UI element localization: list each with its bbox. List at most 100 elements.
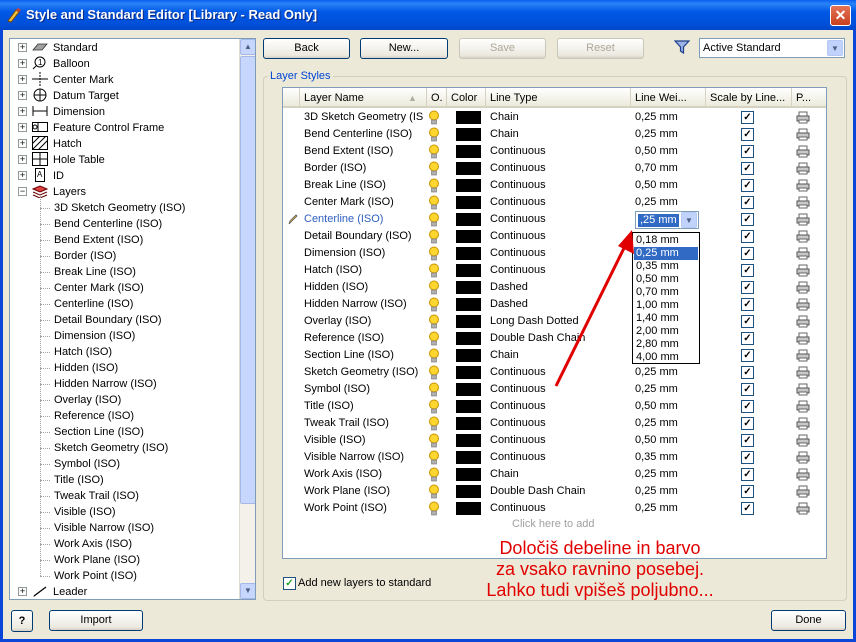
line-type-cell[interactable]: Continuous — [490, 143, 630, 160]
line-weight-cell[interactable]: 0,50 mm — [635, 177, 705, 194]
dropdown-option[interactable]: 2,80 mm — [634, 338, 698, 351]
line-type-cell[interactable]: Chain — [490, 126, 630, 143]
scale-by-line-checkbox[interactable]: ✓ — [741, 468, 754, 481]
printer-icon[interactable] — [796, 383, 810, 396]
layer-name-cell[interactable]: Section Line (ISO) — [304, 347, 425, 364]
scale-by-line-checkbox[interactable]: ✓ — [741, 451, 754, 464]
lightbulb-icon[interactable] — [428, 127, 440, 142]
header-plot[interactable]: P... — [792, 88, 826, 108]
printer-icon[interactable] — [796, 434, 810, 447]
header-on[interactable]: O. — [427, 88, 447, 108]
color-swatch[interactable] — [456, 434, 481, 447]
color-swatch[interactable] — [456, 485, 481, 498]
expand-icon[interactable]: + — [18, 171, 27, 180]
color-swatch[interactable] — [456, 179, 481, 192]
line-weight-cell[interactable]: 0,25 mm — [635, 364, 705, 381]
scroll-thumb[interactable] — [240, 56, 255, 504]
lightbulb-icon[interactable] — [428, 110, 440, 125]
lightbulb-icon[interactable] — [428, 348, 440, 363]
dropdown-option[interactable]: 0,50 mm — [634, 273, 698, 286]
printer-icon[interactable] — [796, 128, 810, 141]
color-swatch[interactable] — [456, 111, 481, 124]
line-type-cell[interactable]: Continuous — [490, 194, 630, 211]
expand-icon[interactable]: + — [18, 91, 27, 100]
color-swatch[interactable] — [456, 162, 481, 175]
collapse-icon[interactable]: − — [18, 187, 27, 196]
color-swatch[interactable] — [456, 128, 481, 141]
printer-icon[interactable] — [796, 400, 810, 413]
lightbulb-icon[interactable] — [428, 365, 440, 380]
layer-name-cell[interactable]: Centerline (ISO) — [304, 211, 425, 228]
header-layer-name[interactable]: Layer Name ▲ — [300, 88, 427, 108]
printer-icon[interactable] — [796, 196, 810, 209]
tree-item-datum-target[interactable]: + Datum Target — [10, 88, 240, 104]
dropdown-option[interactable]: 0,70 mm — [634, 286, 698, 299]
filter-icon[interactable] — [674, 40, 690, 54]
scroll-up-button[interactable]: ▲ — [240, 39, 255, 55]
line-weight-cell[interactable]: 0,70 mm — [635, 160, 705, 177]
expand-icon[interactable]: + — [18, 107, 27, 116]
table-row[interactable]: Tweak Trail (ISO) Continuous 0,25 mm ✓ — [283, 415, 826, 432]
scale-by-line-checkbox[interactable]: ✓ — [741, 417, 754, 430]
line-type-cell[interactable]: Continuous — [490, 432, 630, 449]
scale-by-line-checkbox[interactable]: ✓ — [741, 485, 754, 498]
printer-icon[interactable] — [796, 247, 810, 260]
scale-by-line-checkbox[interactable]: ✓ — [741, 298, 754, 311]
tree-item-standard[interactable]: + Standard — [10, 40, 240, 56]
layer-name-cell[interactable]: 3D Sketch Geometry (IS — [304, 109, 425, 126]
header-line-type[interactable]: Line Type — [486, 88, 631, 108]
line-weight-cell[interactable]: 0,25 mm — [635, 381, 705, 398]
tree-item-balloon[interactable]: +1 Balloon — [10, 56, 240, 72]
scale-by-line-checkbox[interactable]: ✓ — [741, 332, 754, 345]
color-swatch[interactable] — [456, 332, 481, 345]
color-swatch[interactable] — [456, 281, 481, 294]
tree-item-hatch[interactable]: + Hatch — [10, 136, 240, 152]
printer-icon[interactable] — [796, 179, 810, 192]
line-type-cell[interactable]: Continuous — [490, 160, 630, 177]
layer-name-cell[interactable]: Break Line (ISO) — [304, 177, 425, 194]
color-swatch[interactable] — [456, 230, 481, 243]
line-type-cell[interactable]: Continuous — [490, 177, 630, 194]
lightbulb-icon[interactable] — [428, 314, 440, 329]
color-swatch[interactable] — [456, 366, 481, 379]
line-weight-cell[interactable]: 0,50 mm — [635, 143, 705, 160]
table-row[interactable]: Break Line (ISO) Continuous 0,50 mm ✓ — [283, 177, 826, 194]
dropdown-option[interactable]: 0,25 mm — [634, 247, 698, 260]
table-row[interactable]: Visible (ISO) Continuous 0,50 mm ✓ — [283, 432, 826, 449]
dropdown-option[interactable]: 0,35 mm — [634, 260, 698, 273]
line-weight-cell[interactable]: 0,50 mm — [635, 398, 705, 415]
lightbulb-icon[interactable] — [428, 433, 440, 448]
layer-name-cell[interactable]: Reference (ISO) — [304, 330, 425, 347]
lightbulb-icon[interactable] — [428, 195, 440, 210]
printer-icon[interactable] — [796, 451, 810, 464]
printer-icon[interactable] — [796, 264, 810, 277]
color-swatch[interactable] — [456, 196, 481, 209]
table-row[interactable]: Bend Extent (ISO) Continuous 0,50 mm ✓ — [283, 143, 826, 160]
tree-item-layers[interactable]: − Layers — [10, 184, 240, 200]
line-type-cell[interactable]: Continuous — [490, 449, 630, 466]
scale-by-line-checkbox[interactable]: ✓ — [741, 179, 754, 192]
line-type-cell[interactable]: Continuous — [490, 500, 630, 517]
line-weight-dropdown[interactable]: 0,18 mm 0,25 mm 0,35 mm 0,50 mm 0,70 mm 1,00 … — [632, 232, 700, 364]
scale-by-line-checkbox[interactable]: ✓ — [741, 196, 754, 209]
header-color[interactable]: Color — [447, 88, 486, 108]
scale-by-line-checkbox[interactable]: ✓ — [741, 315, 754, 328]
color-swatch[interactable] — [456, 502, 481, 515]
line-weight-edit-value[interactable]: ,25 mm — [638, 214, 679, 227]
scroll-down-button[interactable]: ▼ — [240, 583, 255, 599]
printer-icon[interactable] — [796, 349, 810, 362]
printer-icon[interactable] — [796, 485, 810, 498]
layer-name-cell[interactable]: Bend Extent (ISO) — [304, 143, 425, 160]
layer-name-cell[interactable]: Hidden (ISO) — [304, 279, 425, 296]
color-swatch[interactable] — [456, 451, 481, 464]
printer-icon[interactable] — [796, 281, 810, 294]
printer-icon[interactable] — [796, 332, 810, 345]
dropdown-option[interactable]: 0,18 mm — [634, 234, 698, 247]
dropdown-option[interactable]: 2,00 mm — [634, 325, 698, 338]
layer-name-cell[interactable]: Center Mark (ISO) — [304, 194, 425, 211]
layer-name-cell[interactable]: Title (ISO) — [304, 398, 425, 415]
layer-name-cell[interactable]: Sketch Geometry (ISO) — [304, 364, 425, 381]
add-row-placeholder[interactable]: Click here to add — [512, 518, 595, 530]
tree-item-leader[interactable]: + Leader — [10, 584, 240, 599]
expand-icon[interactable]: + — [18, 155, 27, 164]
